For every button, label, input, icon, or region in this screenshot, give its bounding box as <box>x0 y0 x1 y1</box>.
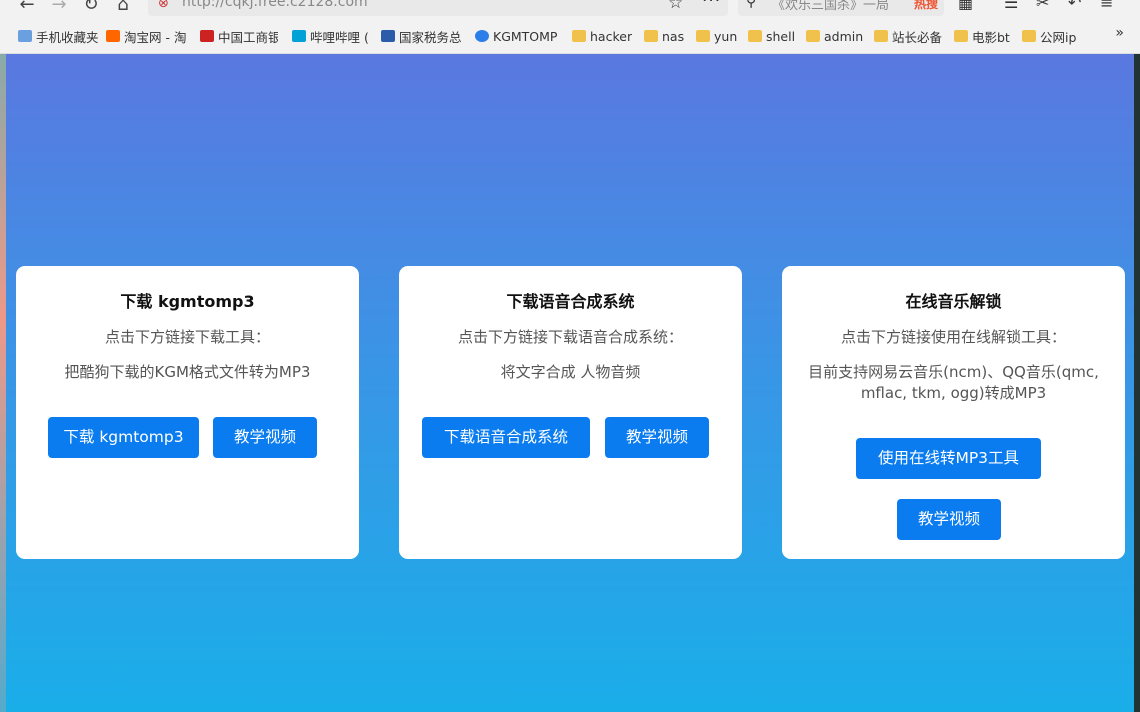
search-icon: ⚲ <box>746 0 757 10</box>
online-mp3-tool-button[interactable]: 使用在线转MP3工具 <box>856 438 1041 479</box>
card-description: 目前支持网易云音乐(ncm)、QQ音乐(qmc, mflac, tkm, ogg… <box>808 363 1099 402</box>
tax-icon <box>381 30 395 42</box>
phone-icon <box>18 30 32 42</box>
card-kgmtomp3: 下载 kgmtomp3 点击下方链接下载工具： 把酷狗下载的KGM格式文件转为M… <box>16 266 359 559</box>
folder-icon <box>748 30 762 42</box>
bookmark-folder[interactable]: yun <box>696 27 737 45</box>
search-bar[interactable]: ⚲ 《欢乐三国杀》一局 热搜 <box>738 0 944 16</box>
url-text: http://cqkj.free.c2128.com <box>182 0 368 10</box>
bookmark-star-icon[interactable]: ☆ <box>668 0 683 13</box>
desktop-edge-right <box>1134 54 1140 712</box>
card-unlock: 在线音乐解锁 点击下方链接使用在线解锁工具： 目前支持网易云音乐(ncm)、QQ… <box>782 266 1125 559</box>
bookmark-item[interactable]: 淘宝网 - 淘 <box>106 27 186 45</box>
bookmark-folder[interactable]: 电影bt <box>954 27 1010 45</box>
bookmarks-bar: 手机收藏夹 淘宝网 - 淘 中国工商银 哔哩哔哩 ( 国家税务总 KGMTOMP… <box>0 18 1140 54</box>
download-tts-button[interactable]: 下载语音合成系统 <box>422 417 590 458</box>
card-tts: 下载语音合成系统 点击下方链接下载语音合成系统： 将文字合成 人物音频 下载语音… <box>399 266 742 559</box>
back-icon[interactable]: ← <box>16 0 38 16</box>
icbc-icon <box>200 30 214 42</box>
bookmark-item[interactable]: KGMTOMP <box>475 27 559 45</box>
home-icon[interactable]: ⌂ <box>112 0 134 16</box>
hot-search-badge[interactable]: 热搜 <box>914 0 938 12</box>
tutorial-video-button[interactable]: 教学视频 <box>213 417 317 458</box>
address-bar[interactable]: ⊗ http://cqkj.free.c2128.com <box>148 0 728 16</box>
folder-icon <box>644 30 658 42</box>
download-kgmtomp3-button[interactable]: 下载 kgmtomp3 <box>48 417 199 458</box>
bookmark-item[interactable]: 手机收藏夹 <box>18 27 102 45</box>
reload-icon[interactable]: ↻ <box>80 0 102 16</box>
card-subtitle: 点击下方链接使用在线解锁工具： <box>840 328 1066 346</box>
card-title: 下载语音合成系统 <box>506 292 635 311</box>
folder-icon <box>572 30 586 42</box>
bookmark-item[interactable]: 国家税务总 <box>381 27 461 45</box>
page-content: 下载 kgmtomp3 点击下方链接下载工具： 把酷狗下载的KGM格式文件转为M… <box>6 54 1134 712</box>
scissors-icon[interactable]: ✂ <box>1036 0 1049 12</box>
card-title: 在线音乐解锁 <box>905 292 1002 311</box>
taobao-icon <box>106 30 120 42</box>
apps-grid-icon[interactable]: ▦ <box>958 0 973 12</box>
folder-icon <box>954 30 968 42</box>
bookmark-folder[interactable]: shell <box>748 27 795 45</box>
bookmark-item[interactable]: 中国工商银 <box>200 27 278 45</box>
search-text: 《欢乐三国杀》一局 <box>772 0 890 13</box>
site-icon <box>475 30 489 42</box>
forward-icon[interactable]: → <box>48 0 70 16</box>
bilibili-icon <box>292 30 306 42</box>
more-icon[interactable]: ··· <box>702 0 721 11</box>
more-bookmarks-icon[interactable]: » <box>1115 25 1124 41</box>
undo-icon[interactable]: ↶ <box>1068 0 1081 12</box>
folder-icon <box>696 30 710 42</box>
card-description: 将文字合成 人物音频 <box>500 363 641 381</box>
folder-icon <box>806 30 820 42</box>
bookmark-folder[interactable]: admin <box>806 27 863 45</box>
bookmark-folder[interactable]: hacker <box>572 27 632 45</box>
folder-icon <box>874 30 888 42</box>
browser-toolbar: ← → ↻ ⌂ ⊗ http://cqkj.free.c2128.com ☆ ·… <box>0 0 1140 18</box>
card-subtitle: 点击下方链接下载语音合成系统： <box>457 328 683 346</box>
bookmark-folder[interactable]: 公网ip <box>1022 27 1076 45</box>
folder-icon <box>1022 30 1036 42</box>
tutorial-video-button[interactable]: 教学视频 <box>897 499 1001 540</box>
card-description: 把酷狗下载的KGM格式文件转为MP3 <box>64 363 311 381</box>
insecure-icon: ⊗ <box>158 0 169 11</box>
bookmark-folder[interactable]: nas <box>644 27 684 45</box>
bookmark-item[interactable]: 哔哩哔哩 ( <box>292 27 368 45</box>
card-title: 下载 kgmtomp3 <box>120 292 255 311</box>
list-icon[interactable]: ☰ <box>1004 0 1018 12</box>
tutorial-video-button[interactable]: 教学视频 <box>605 417 709 458</box>
bookmark-folder[interactable]: 站长必备 <box>874 27 942 45</box>
card-subtitle: 点击下方链接下载工具： <box>104 328 270 346</box>
menu-icon[interactable]: ≡ <box>1100 0 1113 12</box>
